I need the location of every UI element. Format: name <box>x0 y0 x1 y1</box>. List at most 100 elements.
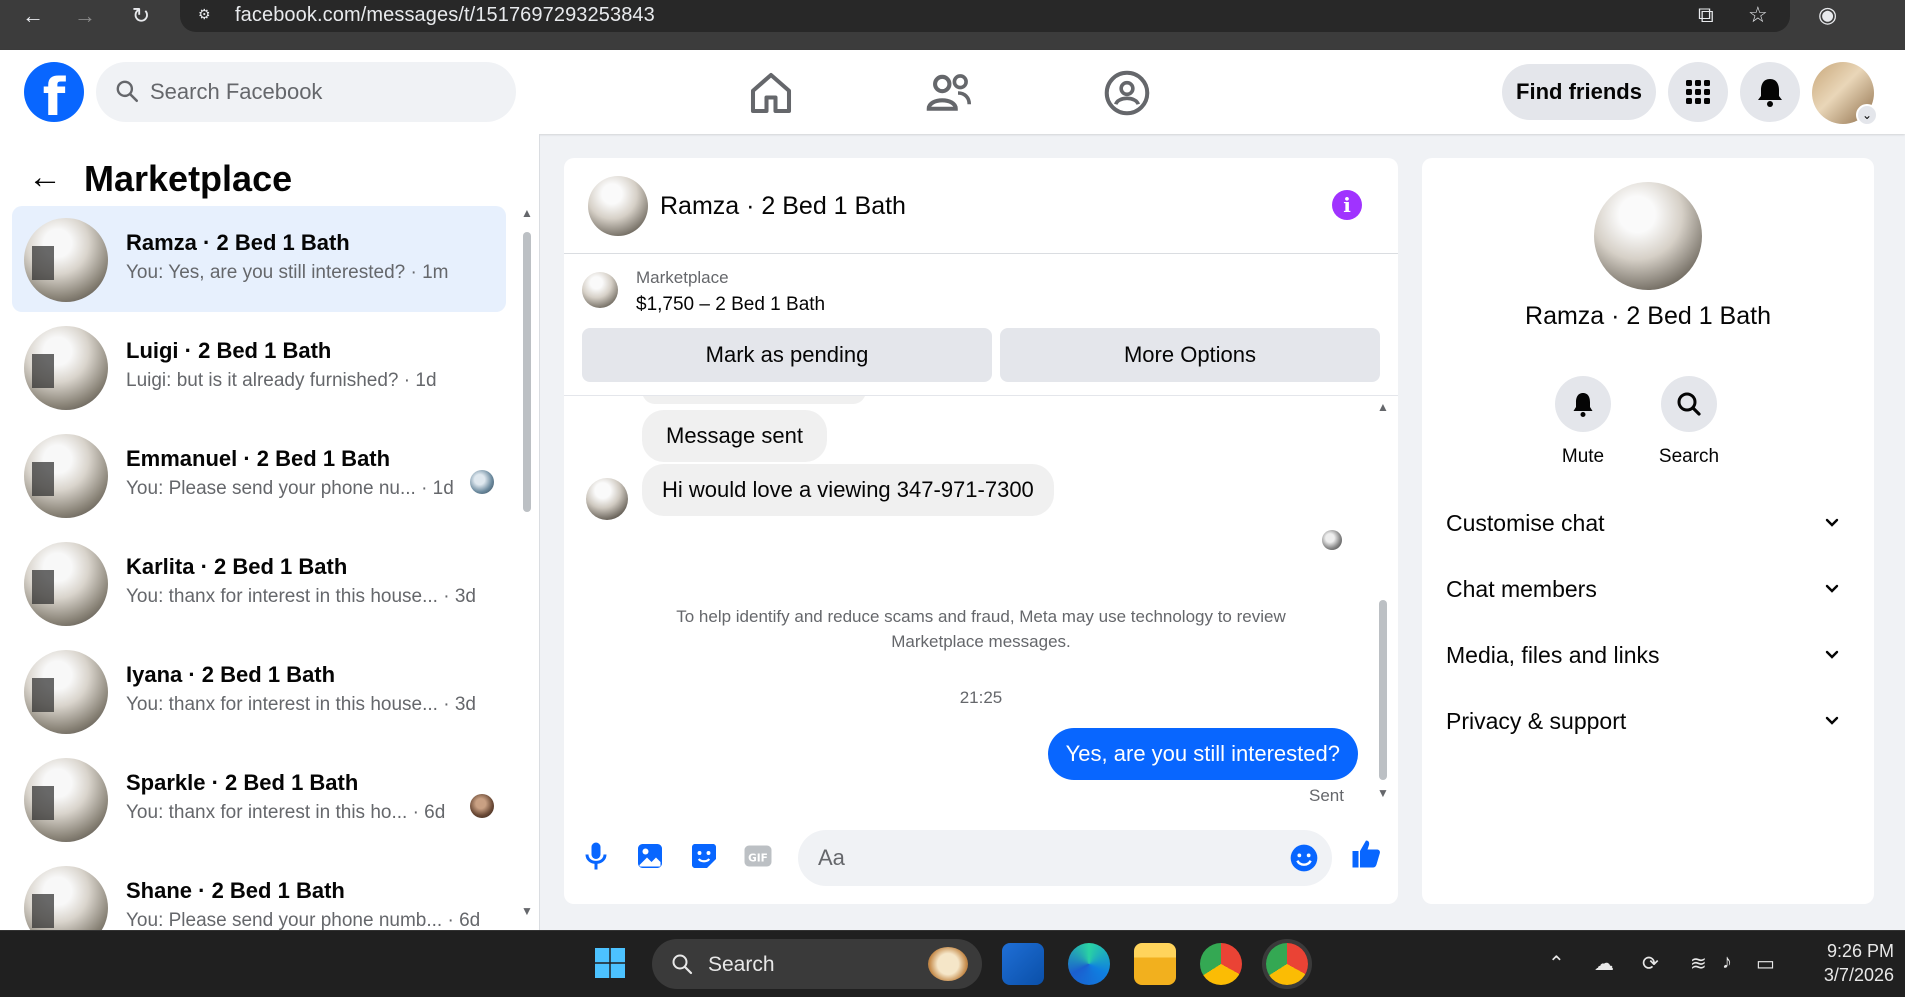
microphone-icon[interactable] <box>578 838 614 874</box>
more-options-button[interactable]: More Options <box>1000 328 1380 382</box>
conversation-name: Luigi · 2 Bed 1 Bath <box>126 338 332 363</box>
conversation-preview: You: thanx for interest in this ho... · … <box>126 802 446 823</box>
chat-members-row[interactable]: Chat members <box>1446 570 1850 610</box>
taskbar-clock[interactable]: 9:26 PM 3/7/2026 <box>1810 939 1894 987</box>
search-label: Search <box>1658 446 1720 467</box>
mute-label: Mute <box>1561 446 1605 467</box>
reload-icon[interactable]: ↻ <box>126 2 156 32</box>
sync-icon[interactable]: ⟳ <box>1642 951 1659 976</box>
listing-thumbnail <box>24 866 108 930</box>
privacy-support-row[interactable]: Privacy & support <box>1446 702 1850 742</box>
seen-avatar <box>1322 530 1342 550</box>
outlook-app-icon[interactable] <box>1002 943 1044 985</box>
chrome-app-icon[interactable] <box>1200 943 1242 985</box>
marketplace-chats-panel: ← Marketplace Ramza · 2 Bed 1 Bath You: … <box>0 134 540 930</box>
chat-avatar-large[interactable] <box>1594 182 1702 290</box>
row-label: Chat members <box>1446 576 1597 602</box>
show-hidden-icons-icon[interactable]: ⌃ <box>1548 951 1565 976</box>
listing-thumbnail <box>24 434 108 518</box>
conversation-item[interactable]: Karlita · 2 Bed 1 Bath You: thanx for in… <box>12 530 506 636</box>
notifications-button[interactable] <box>1740 62 1800 122</box>
marketplace-listing-bar: Marketplace $1,750 – 2 Bed 1 Bath Mark a… <box>564 254 1398 396</box>
chat-title[interactable]: Ramza · 2 Bed 1 Bath <box>660 192 906 221</box>
wifi-icon[interactable]: ≋ <box>1690 951 1707 976</box>
bookmark-star-icon[interactable]: ☆ <box>1748 2 1768 28</box>
message-input[interactable]: Aa <box>798 830 1332 886</box>
search-highlight-image <box>928 947 968 981</box>
message-scrollbar[interactable]: ▲ ▼ <box>1376 400 1390 804</box>
conversation-item[interactable]: Emmanuel · 2 Bed 1 Bath You: Please send… <box>12 422 506 528</box>
media-files-links-row[interactable]: Media, files and links <box>1446 636 1850 676</box>
menu-grid-button[interactable] <box>1668 62 1728 122</box>
customise-chat-row[interactable]: Customise chat <box>1446 504 1850 544</box>
listing-thumbnail <box>24 218 108 302</box>
clock-date: 3/7/2026 <box>1823 965 1894 985</box>
search-conversation-button[interactable]: Search <box>1644 376 1734 468</box>
conversation-preview: Luigi: but is it already furnished? · 1d <box>126 370 437 391</box>
file-explorer-icon[interactable] <box>1134 943 1176 985</box>
message-composer: GIF Aa <box>564 822 1398 894</box>
url-text[interactable]: facebook.com/messages/t/1517697293253843 <box>235 2 655 28</box>
conversation-name: Ramza · 2 Bed 1 Bath <box>126 230 350 255</box>
message-bubble: Message sent <box>642 410 827 462</box>
back-arrow-icon[interactable]: ← <box>18 2 48 32</box>
row-label: Privacy & support <box>1446 708 1627 734</box>
scroll-down-arrow-icon[interactable]: ▼ <box>1376 786 1390 800</box>
battery-icon[interactable]: ▭ <box>1756 951 1775 976</box>
onedrive-cloud-icon[interactable]: ☁ <box>1594 951 1614 976</box>
conversation-scrollbar[interactable]: ▲ ▼ <box>520 204 534 918</box>
message-bubble: Hi would love a viewing 347-971-7300 <box>642 464 1054 516</box>
back-arrow-icon[interactable]: ← <box>28 158 62 197</box>
chevron-down-icon <box>1825 716 1839 725</box>
facebook-logo-icon[interactable]: f <box>24 62 84 122</box>
scrollbar-thumb[interactable] <box>523 232 531 512</box>
install-app-icon[interactable]: ⧉ <box>1698 2 1714 28</box>
scroll-up-arrow-icon[interactable]: ▲ <box>520 206 534 220</box>
browser-toolbar: ← → ↻ ⚙ facebook.com/messages/t/15176972… <box>0 0 1905 50</box>
chrome-active-app-icon[interactable] <box>1266 943 1308 985</box>
scam-notice: To help identify and reduce scams and fr… <box>676 607 1286 651</box>
conversation-item[interactable]: Iyana · 2 Bed 1 Bath You: thanx for inte… <box>12 638 506 744</box>
conversation-name: Iyana · 2 Bed 1 Bath <box>126 662 336 687</box>
listing-thumbnail <box>24 542 108 626</box>
conversation-name: Shane · 2 Bed 1 Bath <box>126 878 345 903</box>
groups-icon[interactable] <box>1100 66 1154 120</box>
message-list: Message sent Hi would love a viewing 347… <box>564 396 1398 808</box>
volume-icon[interactable]: ♪ <box>1722 951 1732 974</box>
windows-start-icon[interactable] <box>592 945 628 981</box>
edge-app-icon[interactable] <box>1068 943 1110 985</box>
conversation-item[interactable]: Ramza · 2 Bed 1 Bath You: Yes, are you s… <box>12 206 506 312</box>
seen-avatar <box>470 794 494 818</box>
chevron-down-icon <box>1825 518 1839 527</box>
conversation-item[interactable]: Sparkle · 2 Bed 1 Bath You: thanx for in… <box>12 746 506 852</box>
forward-arrow-icon[interactable]: → <box>70 2 100 32</box>
gif-icon[interactable]: GIF <box>740 838 776 874</box>
site-settings-icon[interactable]: ⚙ <box>198 6 216 22</box>
scrollbar-thumb[interactable] <box>1379 600 1387 780</box>
mark-as-pending-button[interactable]: Mark as pending <box>582 328 992 382</box>
account-chevron-icon[interactable]: ⌄ <box>1856 104 1878 126</box>
scroll-up-arrow-icon[interactable]: ▲ <box>1376 400 1390 414</box>
friends-icon[interactable] <box>922 66 976 120</box>
scroll-down-arrow-icon[interactable]: ▼ <box>520 904 534 918</box>
taskbar-search[interactable]: Search <box>652 939 982 989</box>
like-thumb-icon[interactable] <box>1348 836 1384 872</box>
find-friends-button[interactable]: Find friends <box>1502 64 1656 120</box>
svg-text:GIF: GIF <box>748 852 768 864</box>
bell-icon <box>1758 79 1782 107</box>
conversation-item[interactable]: Shane · 2 Bed 1 Bath You: Please send yo… <box>12 854 506 930</box>
conversation-preview: You: Please send your phone nu... · 1d <box>126 478 454 499</box>
photo-icon[interactable] <box>632 838 668 874</box>
mute-button[interactable]: Mute <box>1538 376 1628 468</box>
profile-icon[interactable]: ◉ <box>1818 2 1837 28</box>
home-icon[interactable] <box>744 66 798 120</box>
emoji-icon[interactable] <box>1288 842 1320 874</box>
chat-avatar[interactable] <box>588 176 648 236</box>
info-icon[interactable]: i <box>1332 190 1362 220</box>
sticker-icon[interactable] <box>686 838 722 874</box>
account-avatar[interactable]: ⌄ <box>1812 62 1878 126</box>
listing-thumbnail[interactable] <box>582 272 618 308</box>
search-facebook-input[interactable]: Search Facebook <box>96 62 516 122</box>
listing-price[interactable]: $1,750 – 2 Bed 1 Bath <box>636 294 825 316</box>
conversation-item[interactable]: Luigi · 2 Bed 1 Bath Luigi: but is it al… <box>12 314 506 420</box>
